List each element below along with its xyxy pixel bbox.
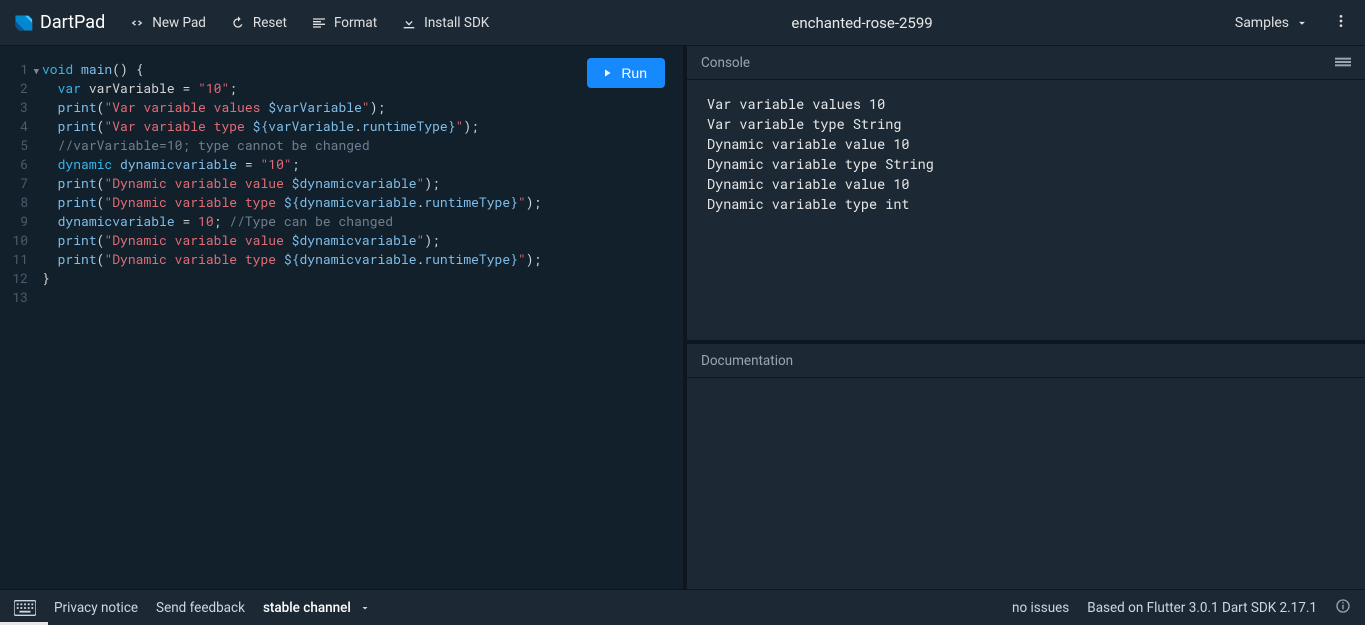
new-pad-button[interactable]: New Pad (119, 9, 216, 37)
install-sdk-label: Install SDK (424, 15, 489, 31)
fold-icon[interactable]: ▼ (34, 62, 39, 81)
line-number: 5 (0, 136, 28, 155)
top-bar: DartPad New Pad Reset Format Install SDK… (0, 0, 1365, 46)
sdk-version-label: Based on Flutter 3.0.1 Dart SDK 2.17.1 (1087, 600, 1317, 616)
format-icon (311, 15, 327, 31)
code-line: var varVariable = "10"; (42, 79, 679, 98)
code-line: print("Dynamic variable value $dynamicva… (42, 231, 679, 250)
download-icon (401, 15, 417, 31)
code-line: //varVariable=10; type cannot be changed (42, 136, 679, 155)
code-line: } (42, 269, 679, 288)
line-number: 9 (0, 212, 28, 231)
new-pad-label: New Pad (152, 15, 206, 31)
status-bar: Privacy notice Send feedback stable chan… (0, 589, 1365, 625)
main-area: 1▼2345678910111213 void main() { var var… (0, 46, 1365, 589)
overflow-menu-button[interactable] (1329, 7, 1353, 39)
code-line: dynamic dynamicvariable = "10"; (42, 155, 679, 174)
format-button[interactable]: Format (301, 9, 387, 37)
line-number: 7 (0, 174, 28, 193)
documentation-label: Documentation (701, 353, 793, 369)
dart-logo-icon (12, 12, 34, 34)
keyboard-button[interactable] (14, 600, 36, 616)
line-number: 6 (0, 155, 28, 174)
documentation-pane (687, 378, 1365, 589)
format-label: Format (334, 15, 377, 31)
install-sdk-button[interactable]: Install SDK (391, 9, 499, 37)
code-line: void main() { (42, 60, 679, 79)
info-icon (1335, 598, 1351, 614)
code-line: print("Var variable values $varVariable"… (42, 98, 679, 117)
console-output[interactable]: Var variable values 10 Var variable type… (687, 80, 1365, 340)
channel-label: stable channel (263, 600, 351, 616)
documentation-header: Documentation (687, 344, 1365, 378)
chevron-down-icon (359, 602, 371, 614)
play-icon (601, 67, 613, 79)
line-number: 1▼ (0, 60, 28, 79)
issues-label[interactable]: no issues (1012, 600, 1069, 616)
reset-button[interactable]: Reset (220, 9, 297, 37)
line-number: 10 (0, 231, 28, 250)
samples-button[interactable]: Samples (1225, 9, 1319, 37)
chevron-down-icon (1295, 16, 1309, 30)
code-line: print("Dynamic variable value $dynamicva… (42, 174, 679, 193)
code-editor[interactable]: void main() { var varVariable = "10"; pr… (34, 46, 683, 589)
editor-pane: 1▼2345678910111213 void main() { var var… (0, 46, 683, 589)
right-pane: Console Var variable values 10 Var varia… (687, 46, 1365, 589)
code-icon (129, 15, 145, 31)
code-line: dynamicvariable = 10; //Type can be chan… (42, 212, 679, 231)
refresh-icon (230, 15, 246, 31)
samples-label: Samples (1235, 15, 1289, 31)
line-number: 11 (0, 250, 28, 269)
run-button[interactable]: Run (587, 58, 665, 88)
line-number: 3 (0, 98, 28, 117)
code-line: print("Dynamic variable type ${dynamicva… (42, 193, 679, 212)
line-number: 8 (0, 193, 28, 212)
code-line: print("Var variable type ${varVariable.r… (42, 117, 679, 136)
send-feedback-link[interactable]: Send feedback (156, 600, 245, 616)
console-header: Console (687, 46, 1365, 80)
line-gutter: 1▼2345678910111213 (0, 46, 34, 589)
line-number: 4 (0, 117, 28, 136)
channel-selector[interactable]: stable channel (263, 600, 371, 616)
info-button[interactable] (1335, 598, 1351, 618)
keyboard-icon (14, 600, 36, 616)
code-line: print("Dynamic variable type ${dynamicva… (42, 250, 679, 269)
more-vert-icon (1333, 13, 1349, 29)
code-line (42, 288, 679, 307)
line-number: 13 (0, 288, 28, 307)
privacy-notice-link[interactable]: Privacy notice (54, 600, 138, 616)
reset-label: Reset (253, 15, 287, 31)
dartpad-logo[interactable]: DartPad (12, 12, 105, 34)
line-number: 2 (0, 79, 28, 98)
project-title: enchanted-rose-2599 (503, 14, 1221, 32)
console-layout-icon[interactable] (1335, 57, 1351, 69)
run-label: Run (621, 65, 647, 81)
console-label: Console (701, 55, 750, 71)
line-number: 12 (0, 269, 28, 288)
app-name: DartPad (40, 12, 105, 33)
